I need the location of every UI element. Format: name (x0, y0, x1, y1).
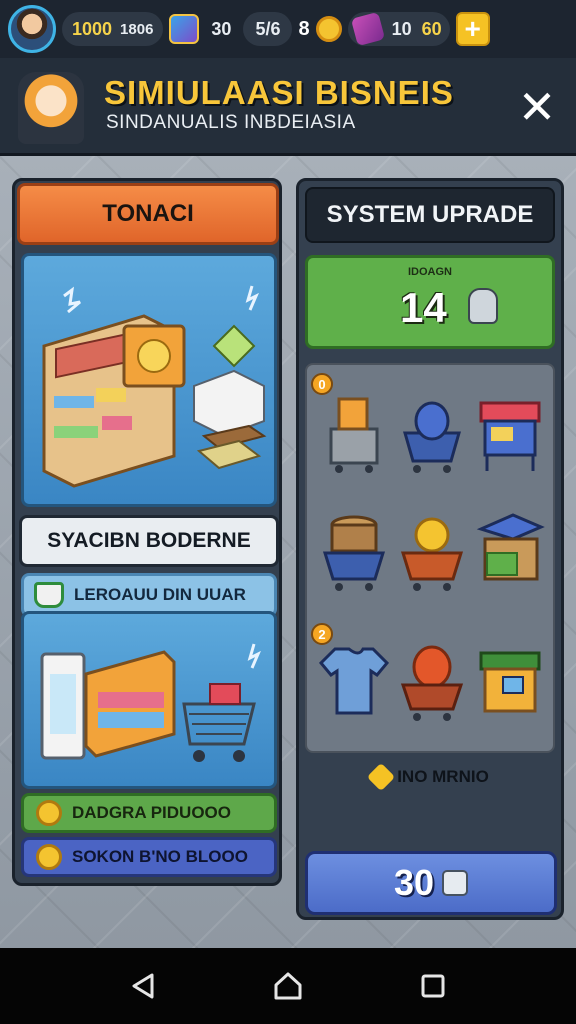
bag-cart-icon (403, 401, 461, 473)
counter-goods-1 (98, 692, 164, 708)
upgrade-item-green-booth[interactable] (473, 639, 547, 725)
currency-sub-value: 1806 (120, 20, 154, 38)
shelf-goods-1 (54, 396, 94, 408)
upgrade-item-shirt[interactable] (317, 639, 391, 725)
floor-crate (196, 439, 262, 470)
crate-box (193, 369, 265, 438)
upgrade-level-value: 14 (400, 284, 447, 331)
nav-home-button[interactable] (266, 964, 310, 1008)
star-icon (367, 762, 396, 792)
shelf-goods-4 (102, 416, 132, 430)
green-booth-icon (479, 651, 541, 713)
upgrade-item-market-stall[interactable] (473, 389, 547, 475)
level-progress-pill: 5/6 (243, 12, 293, 46)
gem-count: 10 (391, 18, 412, 39)
coin-icon (36, 800, 62, 826)
upgrade-level-box: IDOAGN 14 (305, 255, 555, 349)
upgrade-item-bag-cart[interactable] (395, 389, 469, 475)
level-progress: 5/6 (255, 18, 281, 39)
barrel-cart-icon (322, 515, 386, 591)
level-value: 30 (211, 18, 232, 39)
buy-upgrade-button[interactable]: 30 (305, 851, 557, 915)
upgrade-item-cashier-cart[interactable] (317, 389, 391, 475)
add-currency-button[interactable]: + (455, 12, 490, 46)
recents-square-icon (421, 974, 445, 998)
currency-pill: 1000 1806 (62, 12, 164, 46)
coin-icon-2 (36, 844, 62, 870)
player-avatar[interactable] (8, 5, 56, 53)
blue-action-label: SOKON B'NO BLOOO (72, 847, 248, 866)
promo-badge (137, 339, 171, 373)
store-shelf-illustration (21, 253, 277, 507)
system-nav-bar (0, 948, 576, 1024)
upgrade-items-grid: 0 2 (305, 363, 555, 753)
cart-item (209, 683, 241, 705)
page-title: SIMIULAASI BISNEIS (104, 74, 454, 111)
upgrade-level-label: IDOAGN (408, 266, 452, 278)
gems-gold-pill: 10 60 (347, 11, 450, 47)
blue-action-button[interactable]: SOKON B'NO BLOOO (21, 837, 277, 877)
upgrade-panel-title: SYSTEM UPRADE (305, 187, 555, 243)
green-stall-icon (476, 513, 545, 581)
cart-wheel-1 (193, 750, 205, 762)
red-bag-cart-icon (400, 645, 464, 721)
upgrade-item-red-bag-cart[interactable] (395, 639, 469, 725)
back-triangle-icon (132, 973, 154, 999)
gold-count: 60 (421, 18, 442, 39)
coin-cart-icon (400, 517, 464, 591)
cashier-cart-icon (329, 397, 379, 473)
top-resource-bar: 1000 1806 30 5/6 8 10 60 + (0, 0, 576, 58)
buy-upgrade-price: 30 (393, 862, 435, 903)
display-sign (212, 324, 256, 368)
cart-grid (189, 713, 249, 735)
page-subtitle: SINDANUALIS INBDEIASIA (106, 112, 356, 133)
page-header: SIMIULAASI BISNEIS SINDANUALIS INBDEIASI… (0, 58, 576, 156)
close-button[interactable]: ✕ (512, 81, 562, 133)
nav-back-button[interactable] (121, 964, 165, 1008)
counter-goods-2 (98, 712, 164, 728)
cup-icon (34, 582, 64, 608)
shelf-scene-svg (42, 285, 267, 488)
medal-count: 8 (298, 17, 310, 40)
upgrade-panel: SYSTEM UPRADE IDOAGN 14 0 2 INO MRNIO 30 (296, 178, 564, 920)
upgrade-item-barrel-cart[interactable] (317, 509, 391, 595)
cart-wheel-2 (233, 750, 245, 762)
medal-icon (315, 16, 342, 42)
currency-value: 1000 (72, 18, 113, 39)
gem-icon (350, 11, 385, 47)
checkout-scene-svg (40, 643, 261, 762)
fridge-door (50, 674, 76, 734)
mascot-icon (18, 72, 84, 144)
upgrade-info: INO MRNIO (299, 762, 561, 792)
section-title: SYACIBN BODERNE (19, 515, 279, 567)
green-action-button[interactable]: DADGRA PIDUOOO (21, 793, 277, 833)
robot-icon (468, 288, 498, 324)
store-panel: TONACI SYACIBN BODERNE LEROAUU DIN UUAR (12, 178, 282, 886)
home-icon (274, 972, 302, 1000)
dice-icon (442, 870, 469, 896)
upgrade-item-coin-cart[interactable] (395, 509, 469, 595)
shirt-icon (318, 647, 390, 715)
market-stall-icon (479, 401, 541, 471)
level-pill: 30 (205, 12, 237, 46)
sparkle-icon-3 (247, 643, 261, 669)
green-action-label: DADGRA PIDUOOO (72, 803, 231, 822)
nav-recents-button[interactable] (411, 964, 455, 1008)
info-row-label: LEROAUU DIN UUAR (74, 585, 246, 604)
sparkle-icon (63, 286, 81, 314)
upgrade-info-label: INO MRNIO (397, 767, 489, 786)
level-flag-icon (169, 14, 200, 44)
sparkle-icon-2 (245, 285, 259, 311)
shelf-goods-2 (96, 388, 126, 402)
checkout-illustration (21, 611, 277, 789)
tab-store[interactable]: TONACI (17, 183, 279, 245)
upgrade-item-green-stall[interactable] (473, 509, 547, 595)
shelf-goods-3 (54, 426, 98, 438)
